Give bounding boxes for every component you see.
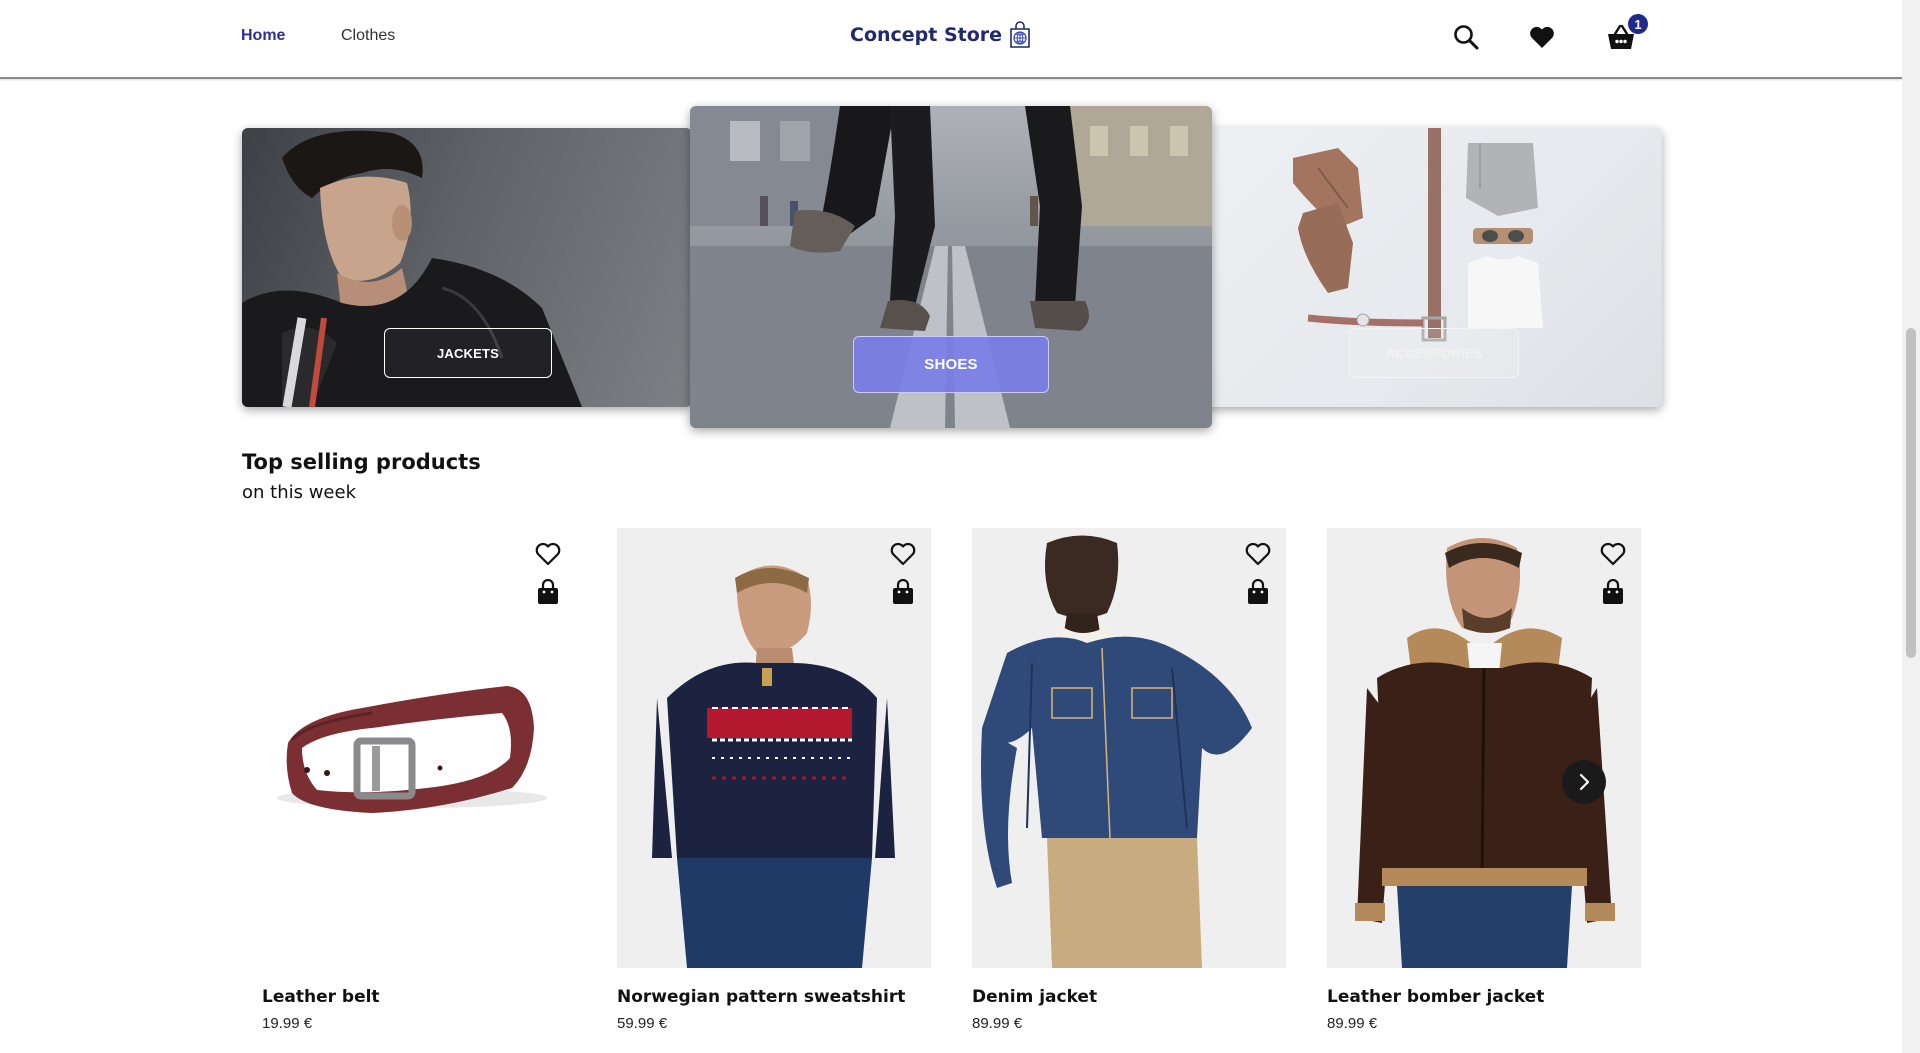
product-name[interactable]: Denim jacket	[972, 987, 1097, 1007]
category-card-jackets[interactable]: JACKETS	[242, 128, 692, 407]
leather-belt-image	[277, 686, 547, 813]
search-icon[interactable]	[1452, 23, 1480, 51]
favorite-heart-icon[interactable]	[889, 540, 917, 568]
denim-jacket-image	[981, 535, 1252, 968]
product-name[interactable]: Leather belt	[262, 987, 380, 1007]
nav-clothes-link[interactable]: Clothes	[341, 27, 395, 45]
product-card[interactable]: Leather belt 19.99 €	[262, 528, 576, 1053]
product-price: 89.99 €	[972, 1015, 1023, 1032]
brand-logo[interactable]: Concept Store	[850, 21, 1032, 49]
shopping-bag-globe-icon	[1010, 21, 1030, 48]
chevron-right-icon	[1579, 773, 1590, 791]
product-name[interactable]: Leather bomber jacket	[1327, 987, 1544, 1007]
shoes-category-button[interactable]: SHOES	[853, 336, 1049, 393]
carousel-next-button[interactable]	[1562, 760, 1606, 804]
product-image[interactable]	[617, 528, 931, 968]
favorite-heart-icon[interactable]	[534, 540, 562, 568]
norwegian-sweatshirt-image	[652, 565, 895, 968]
scrollbar-thumb[interactable]	[1906, 328, 1916, 658]
product-name[interactable]: Norwegian pattern sweatshirt	[617, 987, 905, 1007]
category-card-accessories[interactable]: ACCESSORIES	[1198, 128, 1662, 407]
nav-home-link[interactable]: Home	[241, 27, 285, 45]
cart-count-badge: 1	[1628, 14, 1648, 34]
add-to-bag-icon[interactable]	[1246, 579, 1270, 605]
favorite-heart-icon[interactable]	[1244, 540, 1272, 568]
product-price: 89.99 €	[1327, 1015, 1378, 1032]
add-to-bag-icon[interactable]	[1601, 579, 1625, 605]
section-title: Top selling products	[242, 450, 481, 474]
add-to-bag-icon[interactable]	[891, 579, 915, 605]
product-card[interactable]: Norwegian pattern sweatshirt 59.99 €	[617, 528, 931, 1053]
product-price: 59.99 €	[617, 1015, 668, 1032]
product-card[interactable]: Denim jacket 89.99 €	[972, 528, 1286, 1053]
jackets-category-button[interactable]: JACKETS	[384, 328, 552, 378]
heart-icon[interactable]	[1528, 23, 1556, 51]
brand-name: Concept Store	[850, 24, 1003, 46]
category-card-shoes[interactable]: SHOES	[690, 106, 1212, 428]
leather-bomber-jacket-image	[1355, 538, 1615, 968]
add-to-bag-icon[interactable]	[536, 579, 560, 605]
page-scrollbar[interactable]	[1902, 0, 1920, 1053]
product-price: 19.99 €	[262, 1015, 313, 1032]
favorite-heart-icon[interactable]	[1599, 540, 1627, 568]
product-image[interactable]	[262, 528, 576, 968]
section-subtitle: on this week	[242, 482, 357, 503]
accessories-category-button[interactable]: ACCESSORIES	[1349, 328, 1519, 378]
top-navigation-bar: Home Clothes Concept Store 1	[0, 0, 1902, 79]
product-image[interactable]	[972, 528, 1286, 968]
product-image[interactable]	[1327, 528, 1641, 968]
